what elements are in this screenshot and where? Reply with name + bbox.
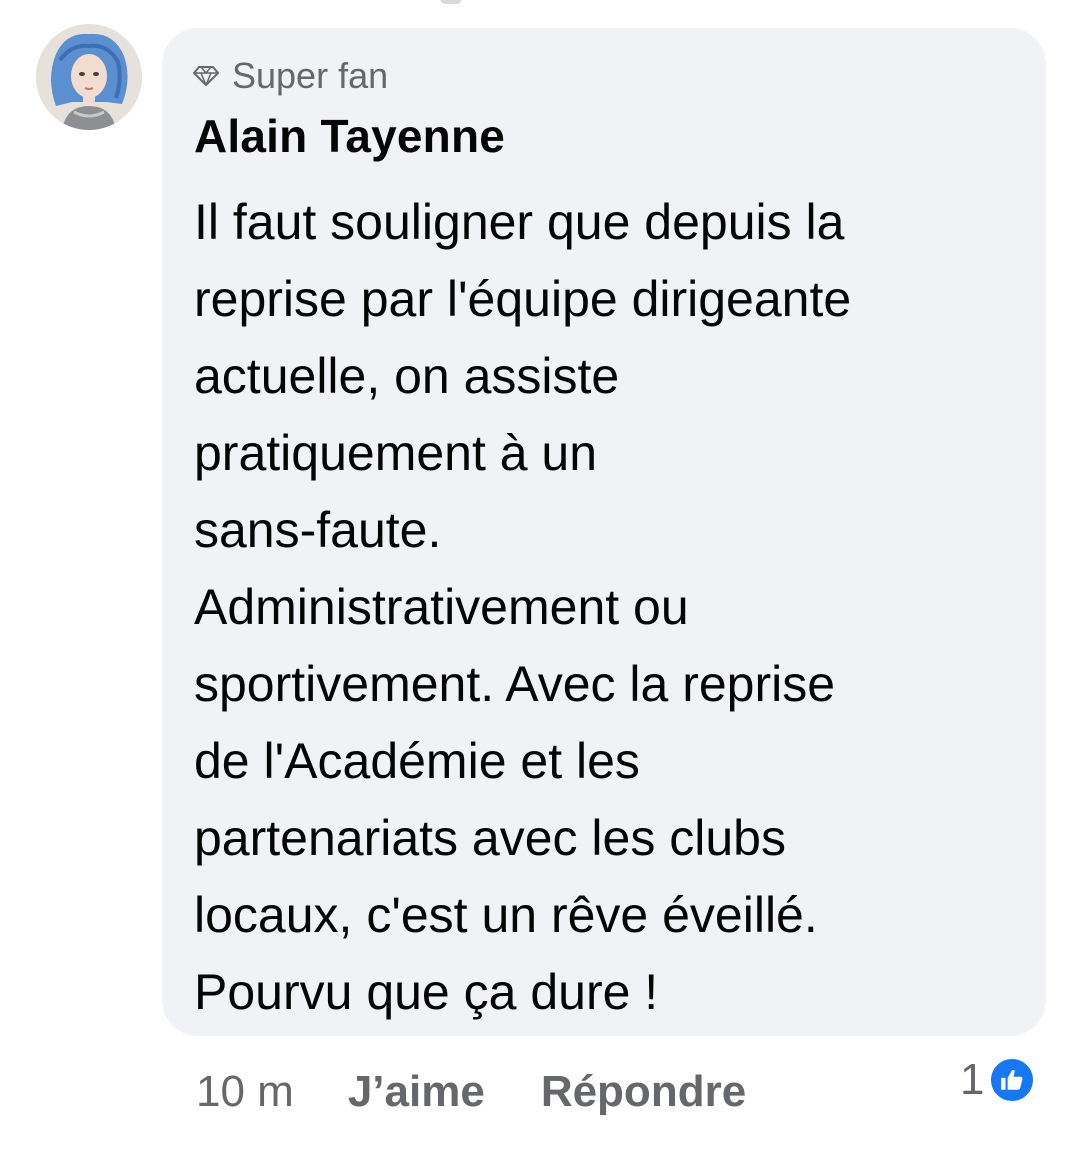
avatar-illustration [36,24,142,130]
super-fan-badge: Super fan [192,56,388,96]
badge-label: Super fan [232,55,389,96]
like-button[interactable]: J’aime [348,1067,485,1117]
reaction-summary[interactable]: 1 [960,1050,1037,1110]
comment-line: Pourvu que ça dure ! [194,964,659,1020]
thumbs-up-icon [988,1056,1037,1104]
comment-actions: 10 m J’aime Répondre [196,1062,746,1122]
reply-button[interactable]: Répondre [541,1067,746,1117]
comment-line: pratiquement à un [194,425,598,481]
previous-content-edge [440,0,462,4]
comment-line: locaux, c'est un rêve éveillé. [194,887,818,943]
diamond-icon [193,66,219,86]
comment-line: sans-faute. [194,502,442,558]
comment-bubble: Super fan Alain Tayenne Il faut souligne… [162,28,1046,1036]
comment-line: partenariats avec les clubs [194,810,786,866]
avatar[interactable] [36,24,142,130]
timestamp[interactable]: 10 m [196,1067,294,1117]
comment-text: Il faut souligner que depuis la reprise … [194,184,1024,1031]
comment-line: Administrativement ou [194,579,689,635]
comment-line: reprise par l'équipe dirigeante [194,271,852,327]
comment-line: de l'Académie et les [194,733,640,789]
author-name[interactable]: Alain Tayenne [194,108,505,164]
reaction-count: 1 [960,1055,985,1104]
comment-line: sportivement. Avec la reprise [194,656,836,712]
comment-line: Il faut souligner que depuis la [194,194,845,250]
comment-line: actuelle, on assiste [194,348,620,404]
